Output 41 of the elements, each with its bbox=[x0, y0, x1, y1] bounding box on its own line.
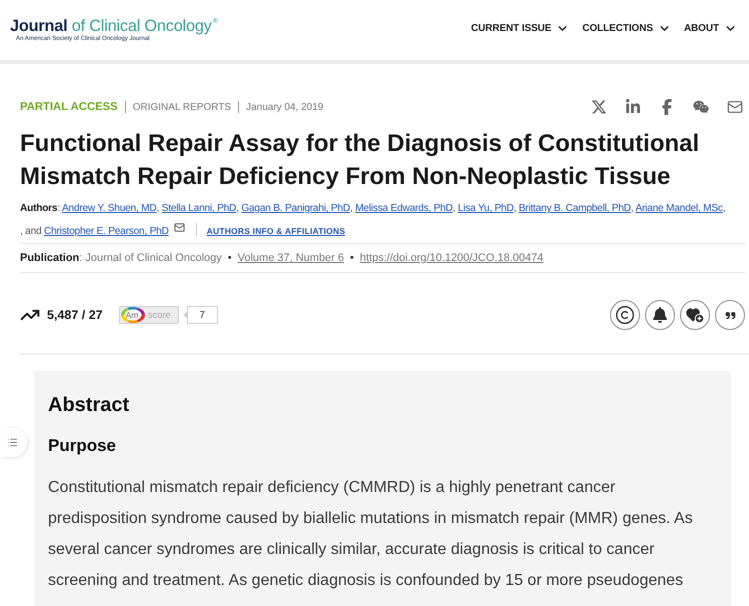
copyright-icon bbox=[615, 305, 635, 325]
mail-icon[interactable] bbox=[727, 99, 743, 115]
multicolor-ring-icon bbox=[120, 307, 145, 323]
article-type-label: ORIGINAL REPORTS bbox=[132, 102, 232, 112]
author-link[interactable]: Gagan B. Panigrahi, PhD bbox=[241, 203, 350, 214]
linkedin-icon[interactable] bbox=[625, 99, 641, 115]
author-link[interactable]: Melissa Edwards, PhD bbox=[355, 203, 453, 214]
author-link[interactable]: Ariane Mandel, MSc bbox=[635, 203, 723, 214]
mail-icon[interactable] bbox=[174, 222, 185, 233]
publish-date: January 04, 2019 bbox=[246, 102, 324, 112]
outline-toggle-button[interactable] bbox=[0, 428, 27, 457]
nav-menu-item[interactable]: CURRENT ISSUE bbox=[470, 22, 570, 34]
alert-button[interactable] bbox=[645, 300, 675, 330]
section-heading: Purpose bbox=[48, 435, 118, 457]
nav-menu-item[interactable]: COLLECTIONS bbox=[582, 22, 671, 34]
abstract-heading: Abstract bbox=[48, 393, 130, 417]
author-link[interactable]: Lisa Yu, PhD bbox=[458, 203, 514, 214]
publication-link[interactable]: https://doi.org/10.1200/JCO.18.00474 bbox=[360, 252, 544, 264]
authors-info-link[interactable]: AUTHORS INFO & AFFILIATIONS bbox=[206, 226, 346, 236]
usage-counts: 5,487 / 27 bbox=[47, 308, 103, 322]
score-badge[interactable]: Am score bbox=[118, 306, 179, 324]
publication-line: Publication: Journal of Clinical Oncology • Volume 37, Number 6 • https://doi.org/10.1200/JCO.18.00474 bbox=[20, 244, 745, 273]
heart-plus-icon bbox=[686, 307, 704, 323]
author-link[interactable]: Brittany B. Campbell, PhD bbox=[518, 203, 631, 214]
author-link[interactable]: Andrew Y. Shuen, MD bbox=[62, 203, 156, 214]
favorite-button[interactable] bbox=[680, 300, 710, 330]
cite-button[interactable] bbox=[715, 300, 745, 330]
authors-line: Authors: Andrew Y. Shuen, MD, Stella Lanni, PhD, Gagan B. Panigrahi, PhD, Melissa Edwards, PhD, Lisa Yu, PhD, Brittany B. Campbell, PhD, Ariane Mandel, MSc, , and Christopher E. Pearson, PhD AUTHORS INFO & AFFILIATIONS bbox=[20, 197, 745, 244]
bell-icon bbox=[652, 307, 668, 323]
permissions-button[interactable] bbox=[610, 300, 640, 330]
publication-link[interactable]: Volume 37, Number 6 bbox=[238, 252, 344, 264]
author-link[interactable]: Christopher E. Pearson, PhD bbox=[44, 226, 169, 237]
x-logo-icon[interactable] bbox=[591, 99, 607, 115]
journal-logo-title[interactable]: Journal of Clinical Oncology$^{®}$ bbox=[10, 13, 218, 35]
section-text: Constitutional mismatch repair deficiency (CMMRD) is a highly penetrant cancer predisposition syndrome caused by biallelic mutations in mismatch repair (MMR) genes. As several cancer syndromes are clinically similar, accurate diagnosis is critical to cancer screening and treatment. As genetic diagnosis is confounded by 15 or more pseudogenes bbox=[48, 478, 694, 591]
nav-menu-item[interactable]: ABOUT bbox=[684, 22, 737, 34]
article-title: Functional Repair Assay for the Diagnosis of Constitutional Mismatch Repair Deficiency From Non-Neoplastic Tissue bbox=[20, 129, 700, 192]
author-link[interactable]: Stella Lanni, PhD bbox=[162, 203, 236, 214]
quote-icon bbox=[724, 310, 736, 320]
wechat-icon[interactable] bbox=[693, 99, 709, 115]
access-label: PARTIAL ACCESS bbox=[20, 101, 118, 113]
